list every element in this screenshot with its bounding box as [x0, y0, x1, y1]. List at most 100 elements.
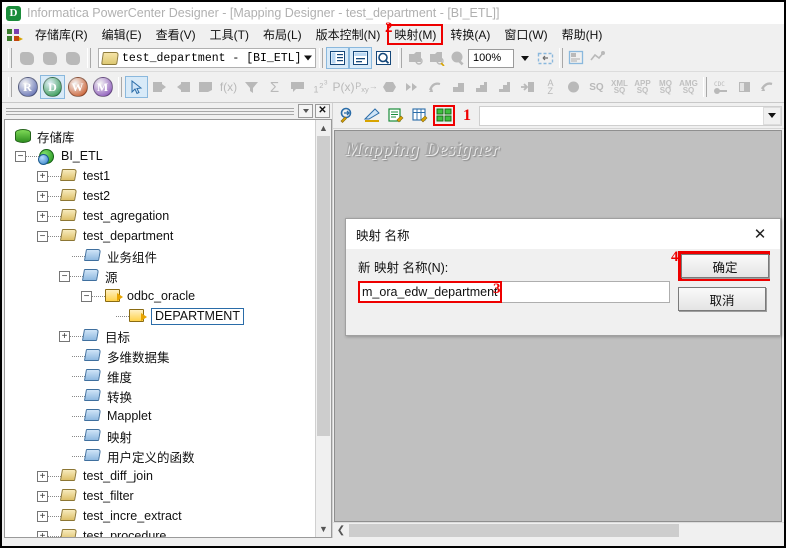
hscroll-thumb[interactable] [349, 524, 679, 537]
rank-transformation-button[interactable] [470, 76, 493, 98]
fit-to-window-button[interactable] [535, 49, 556, 68]
sequence-generator-button[interactable]: 1 2 3 [309, 76, 332, 98]
create-mapping-button[interactable] [433, 105, 455, 126]
menu-tools[interactable]: 工具(T) [203, 24, 256, 45]
repository-tree[interactable]: 存储库 − BI_ETL + test1 + test2 + test_agregation − t… [4, 119, 332, 538]
source-qualifier-button[interactable] [148, 76, 171, 98]
workspace-horizontal-scrollbar[interactable]: ❮ [333, 522, 784, 538]
joiner-transformation-button[interactable] [286, 76, 309, 98]
zoom-in-button[interactable] [405, 49, 426, 68]
collapse-icon[interactable]: − [37, 230, 48, 242]
tree-node-test2[interactable]: + test2 [9, 186, 315, 206]
tree-node-odbc-oracle[interactable]: − odbc_oracle [9, 286, 315, 306]
target-designer-button[interactable]: D [40, 75, 65, 99]
expand-icon[interactable]: + [59, 330, 70, 342]
collapse-icon[interactable]: − [81, 290, 92, 302]
input-transformation-button[interactable] [516, 76, 539, 98]
expand-icon[interactable]: + [37, 210, 48, 222]
expand-icon[interactable]: + [37, 490, 48, 502]
transformation-button[interactable] [194, 76, 217, 98]
mapping-selector[interactable] [479, 105, 782, 126]
tree-node-user-defined-functions[interactable]: 用户定义的函数 [9, 446, 315, 466]
tree-node-mapplet[interactable]: Mapplet [9, 406, 315, 426]
scroll-left-arrow[interactable]: ❮ [333, 523, 349, 539]
menu-layout[interactable]: 布局(L) [256, 24, 309, 45]
scroll-thumb[interactable] [317, 136, 330, 436]
tree-node-targets[interactable]: + 目标 [9, 326, 315, 346]
sql-transformation-button[interactable]: SQ [585, 76, 608, 98]
tree-vertical-scrollbar[interactable]: ▲ ▼ [315, 120, 331, 537]
target-definition-button[interactable] [171, 76, 194, 98]
menu-window[interactable]: 窗口(W) [497, 24, 554, 45]
source-analyzer-button[interactable]: R [15, 75, 40, 99]
menu-help[interactable]: 帮助(H) [555, 24, 610, 45]
toolbar2-grip-2[interactable] [118, 77, 122, 97]
zoom-out-button[interactable] [426, 49, 447, 68]
expand-icon[interactable]: + [37, 190, 48, 202]
toolbar-grip-5[interactable] [559, 48, 563, 68]
menu-version-control[interactable]: 版本控制(N) [309, 24, 388, 45]
menu-repository[interactable]: 存储库(R) [28, 24, 95, 45]
arrange-all-button[interactable] [587, 49, 608, 68]
menu-view[interactable]: 查看(V) [149, 24, 203, 45]
magnifier-icon[interactable] [447, 49, 468, 68]
expression-transformation-button[interactable]: f(x) [217, 76, 240, 98]
mapping-name-input[interactable] [501, 281, 670, 303]
toolbar-grip-2[interactable] [87, 48, 91, 68]
scroll-up-arrow[interactable]: ▲ [316, 120, 332, 136]
chevron-down-icon[interactable] [304, 55, 312, 61]
toolbar2-grip[interactable] [8, 77, 12, 97]
save-button[interactable] [61, 47, 84, 69]
tree-node-repository[interactable]: 存储库 [9, 126, 315, 146]
external-procedure-button[interactable]: Pxy→ [355, 76, 378, 98]
compare-objects-button[interactable] [566, 49, 587, 68]
tree-node-sources[interactable]: − 源 [9, 266, 315, 286]
tree-node-test-diff-join[interactable]: + test_diff_join [9, 466, 315, 486]
filter-transformation-button[interactable] [240, 76, 263, 98]
toolbar-grip-3[interactable] [319, 48, 323, 68]
tree-node-transformations[interactable]: 转换 [9, 386, 315, 406]
tree-node-bi-etl[interactable]: − BI_ETL [9, 146, 315, 166]
navigator-close-button[interactable]: ✕ [315, 104, 330, 118]
output-window-toggle-button[interactable] [349, 47, 372, 69]
update-strategy-button[interactable] [401, 76, 424, 98]
zoom-dropdown-arrow[interactable] [514, 49, 535, 68]
pointer-tool-button[interactable] [125, 76, 148, 98]
tree-node-cubes[interactable]: 多维数据集 [9, 346, 315, 366]
menu-transformation[interactable]: 转换(A) [443, 24, 497, 45]
expand-icon[interactable]: + [37, 510, 48, 522]
ok-button[interactable]: 确定 [681, 254, 769, 278]
toolbar-grip-4[interactable] [398, 48, 402, 68]
tree-node-test-department[interactable]: − test_department [9, 226, 315, 246]
create-transformation-button[interactable] [385, 105, 407, 126]
cancel-button[interactable]: 取消 [678, 287, 766, 311]
tree-node-test-agregation[interactable]: + test_agregation [9, 206, 315, 226]
create-mapplet-button[interactable] [409, 105, 431, 126]
sorter-transformation-button[interactable]: AZ [539, 76, 562, 98]
normalizer-transformation-button[interactable] [447, 76, 470, 98]
java-transformation-button[interactable] [756, 76, 779, 98]
mapping-name-input-highlight[interactable]: m_ora_edw_department [358, 281, 502, 303]
stored-procedure-button[interactable]: P(x) [332, 76, 355, 98]
collapse-icon[interactable]: − [15, 150, 26, 162]
tree-node-department[interactable]: DEPARTMENT [9, 306, 315, 326]
menu-edit[interactable]: 编辑(E) [95, 24, 149, 45]
mapping-designer-button[interactable]: M [90, 75, 115, 99]
close-icon[interactable]: ✕ [746, 222, 774, 246]
create-source-button[interactable] [337, 105, 359, 126]
app-source-qualifier-button[interactable]: APP SQ [631, 76, 654, 98]
zoom-level-input[interactable]: 100% [468, 48, 514, 68]
navigator-dropdown-button[interactable] [298, 104, 313, 118]
toolbar-grip[interactable] [8, 48, 12, 68]
union-transformation-button[interactable] [493, 76, 516, 98]
expand-icon[interactable]: + [37, 470, 48, 482]
mapping-selector-arrow[interactable] [763, 106, 781, 125]
amg-source-qualifier-button[interactable]: AMG SQ [677, 76, 700, 98]
cdc-button[interactable]: CDC [710, 76, 733, 98]
tree-node-mappings[interactable]: 映射 [9, 426, 315, 446]
tree-node-dimensions[interactable]: 维度 [9, 366, 315, 386]
xml-source-qualifier-button[interactable]: XML SQ [608, 76, 631, 98]
tree-node-test-filter[interactable]: + test_filter [9, 486, 315, 506]
lookup-transformation-button[interactable] [424, 76, 447, 98]
menu-mapping[interactable]: 映射(M) [387, 24, 444, 45]
